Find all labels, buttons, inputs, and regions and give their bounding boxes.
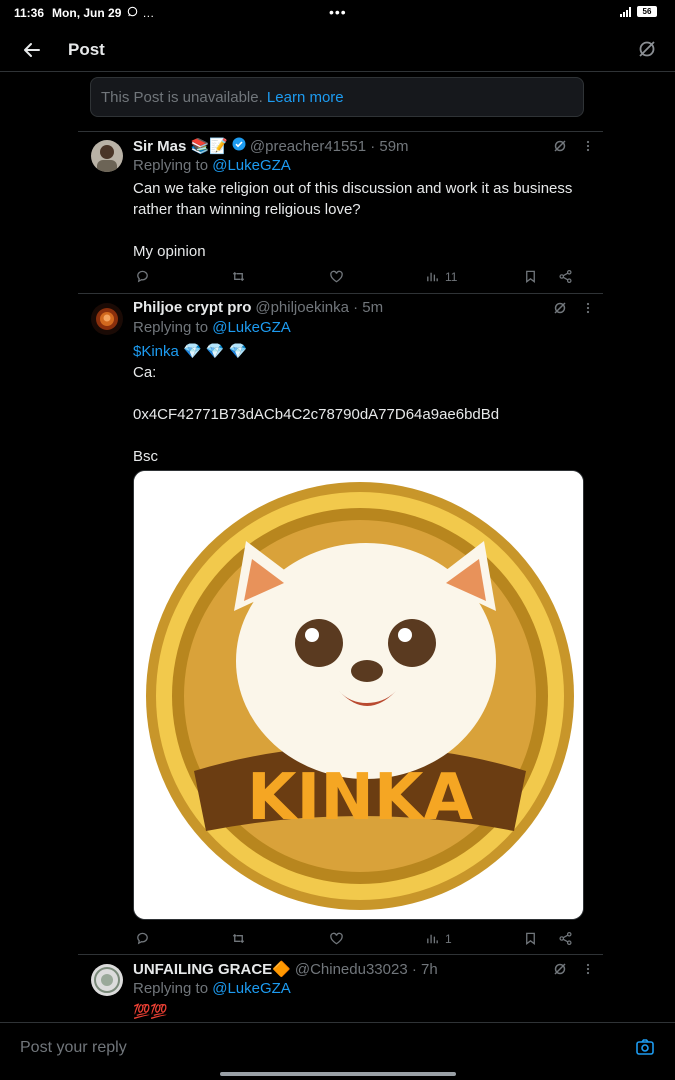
avatar[interactable] bbox=[91, 964, 123, 996]
grok-icon[interactable] bbox=[553, 962, 567, 976]
display-name[interactable]: UNFAILING GRACE🔶 bbox=[133, 960, 291, 978]
replying-to-handle[interactable]: @LukeGZA bbox=[212, 980, 291, 997]
avatar[interactable] bbox=[91, 303, 123, 335]
status-more: … bbox=[142, 6, 155, 20]
reply-post[interactable]: Philjoe crypt pro @philjoekinka · 5m Rep… bbox=[78, 299, 603, 953]
grok-icon[interactable] bbox=[637, 39, 657, 59]
reply-composer: Post your reply bbox=[0, 1022, 675, 1070]
avatar[interactable] bbox=[91, 140, 123, 172]
post-header: Sir Mas 📚📝 @preacher41551 · 59m bbox=[133, 137, 409, 155]
whatsapp-icon bbox=[127, 6, 138, 20]
repost-icon[interactable] bbox=[231, 269, 246, 284]
kinka-coin-image: KINKA bbox=[134, 471, 583, 919]
back-arrow-icon[interactable] bbox=[20, 38, 44, 62]
replying-to: Replying to @LukeGZA bbox=[133, 157, 291, 174]
post-unavailable-notice: This Post is unavailable. Learn more bbox=[90, 77, 584, 117]
views-count: 11 bbox=[445, 269, 458, 284]
divider bbox=[78, 131, 603, 132]
grok-icon[interactable] bbox=[553, 301, 567, 315]
reply-input[interactable]: Post your reply bbox=[20, 1039, 127, 1057]
status-center-dots: ••• bbox=[329, 4, 347, 20]
bookmark-icon[interactable] bbox=[523, 931, 538, 946]
learn-more-link[interactable]: Learn more bbox=[267, 89, 344, 106]
grok-icon[interactable] bbox=[553, 139, 567, 153]
cashtag-emoji: 💎 💎 💎 bbox=[178, 343, 248, 360]
views-button[interactable]: 1 bbox=[425, 931, 452, 946]
handle-time: @preacher41551 · 59m bbox=[249, 137, 409, 155]
camera-icon[interactable] bbox=[635, 1037, 655, 1057]
home-indicator[interactable] bbox=[220, 1072, 456, 1076]
status-bar: 11:36 Mon, Jun 29 … ••• 56 bbox=[0, 0, 675, 26]
views-count: 1 bbox=[445, 931, 452, 946]
replying-to-label: Replying to bbox=[133, 980, 213, 997]
handle-time: @philjoekinka · 5m bbox=[255, 299, 384, 316]
post-header: UNFAILING GRACE🔶 @Chinedu33023 · 7h bbox=[133, 960, 438, 979]
post-text: 💯💯 bbox=[133, 1003, 168, 1019]
more-options-icon[interactable] bbox=[581, 301, 595, 315]
divider bbox=[78, 954, 603, 955]
post-actions: 11 bbox=[133, 269, 573, 287]
like-icon[interactable] bbox=[329, 269, 344, 284]
post-header: Philjoe crypt pro @philjoekinka · 5m bbox=[133, 299, 383, 316]
post-text: Can we take religion out of this discuss… bbox=[133, 180, 573, 260]
display-name[interactable]: Sir Mas 📚📝 bbox=[133, 137, 228, 155]
views-icon bbox=[427, 934, 438, 944]
more-options-icon[interactable] bbox=[581, 139, 595, 153]
replying-to-handle[interactable]: @LukeGZA bbox=[212, 157, 291, 174]
notice-text: This Post is unavailable. bbox=[101, 89, 263, 106]
more-options-icon[interactable] bbox=[581, 962, 595, 976]
reply-icon[interactable] bbox=[135, 269, 150, 284]
handle-time: @Chinedu33023 · 7h bbox=[294, 960, 438, 978]
cashtag-line: $Kinka 💎 💎 💎 bbox=[133, 341, 583, 362]
reply-post[interactable]: UNFAILING GRACE🔶 @Chinedu33023 · 7h Repl… bbox=[78, 960, 603, 1022]
status-time: 11:36 bbox=[14, 6, 45, 20]
views-icon bbox=[427, 272, 438, 282]
battery-icon: 56 bbox=[637, 6, 657, 17]
replying-to-label: Replying to bbox=[133, 319, 213, 336]
status-date: Mon, Jun 29 bbox=[52, 6, 122, 20]
post-image[interactable]: KINKA bbox=[133, 470, 584, 920]
views-button[interactable]: 11 bbox=[425, 269, 457, 284]
top-app-bar: Post bbox=[0, 30, 675, 72]
coin-label: KINKA bbox=[247, 761, 474, 835]
divider bbox=[78, 293, 603, 294]
cashtag-link[interactable]: $Kinka bbox=[133, 343, 179, 360]
replying-to: Replying to @LukeGZA bbox=[133, 319, 291, 336]
signal-icon bbox=[620, 6, 631, 17]
replying-to: Replying to @LukeGZA bbox=[133, 980, 291, 997]
bookmark-icon[interactable] bbox=[523, 269, 538, 284]
page-title: Post bbox=[68, 40, 105, 59]
post-text: Ca: 0x4CF42771B73dACb4C2c78790dA77D64a9a… bbox=[133, 364, 500, 465]
replying-to-label: Replying to bbox=[133, 157, 213, 174]
verified-badge-icon bbox=[232, 137, 246, 155]
display-name[interactable]: Philjoe crypt pro bbox=[133, 299, 251, 316]
like-icon[interactable] bbox=[329, 931, 344, 946]
repost-icon[interactable] bbox=[231, 931, 246, 946]
reply-post[interactable]: Sir Mas 📚📝 @preacher41551 · 59m Replying… bbox=[78, 137, 603, 293]
share-icon[interactable] bbox=[558, 931, 573, 946]
replying-to-handle[interactable]: @LukeGZA bbox=[212, 319, 291, 336]
reply-icon[interactable] bbox=[135, 931, 150, 946]
post-actions: 1 bbox=[133, 931, 573, 949]
share-icon[interactable] bbox=[558, 269, 573, 284]
